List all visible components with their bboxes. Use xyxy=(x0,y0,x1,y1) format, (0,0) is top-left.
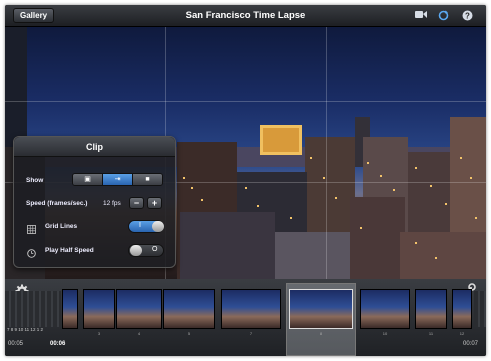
thumb-number: 12 xyxy=(459,331,465,336)
time-start: 00:05 xyxy=(8,341,24,347)
help-icon[interactable]: ? xyxy=(461,10,473,21)
toggle-knob xyxy=(130,245,142,256)
frame-numbers: 7 8 9 10 11 12 1 2 xyxy=(7,327,43,332)
svg-text:?: ? xyxy=(465,11,470,20)
clip-title: Clip xyxy=(14,137,175,157)
grid-lines-label: Grid Lines xyxy=(45,223,78,230)
thumb-number: 7 xyxy=(249,331,253,336)
play-half-speed-toggle[interactable]: O xyxy=(128,244,164,257)
speed-decrease-button[interactable]: − xyxy=(129,197,144,209)
thumb-number: 3 xyxy=(97,331,101,336)
speed-increase-button[interactable]: + xyxy=(147,197,162,209)
grid-lines-toggle[interactable]: I xyxy=(128,220,164,233)
timeline-filmstrip: 7 8 9 10 11 12 1 2 3 4 5 7 8 10 11 12 00… xyxy=(5,279,486,356)
video-camera-icon[interactable]: ■ xyxy=(133,174,162,185)
clip-range-icon[interactable]: ⇥ xyxy=(103,174,133,185)
time-end: 00:07 xyxy=(463,341,479,347)
frame-thumbnail[interactable]: 12 xyxy=(452,289,472,336)
toggle-knob xyxy=(152,221,164,232)
page-title: San Francisco Time Lapse xyxy=(185,10,306,21)
frame-thumbnail[interactable]: 4 xyxy=(116,289,162,336)
current-frame-thumbnail[interactable]: 8 xyxy=(289,289,353,336)
grid-line-horizontal xyxy=(5,101,486,102)
film-strip-icon[interactable]: ▣ xyxy=(73,174,103,185)
speed-label: Speed (frames/sec.) xyxy=(26,200,88,207)
top-toolbar: Gallery San Francisco Time Lapse ? xyxy=(5,5,486,27)
frame-thumbnail[interactable]: 3 xyxy=(83,289,115,336)
clock-icon xyxy=(27,245,36,258)
frame-thumbnail[interactable]: 5 xyxy=(163,289,215,336)
show-segmented-control[interactable]: ▣ ⇥ ■ xyxy=(72,173,163,186)
thumb-number: 4 xyxy=(137,331,141,336)
speed-value: 12 fps xyxy=(103,200,121,207)
refresh-icon[interactable] xyxy=(437,10,449,21)
later-frames-strip[interactable] xyxy=(474,291,486,327)
thumb-number: 8 xyxy=(319,331,323,336)
time-current: 00:06 xyxy=(50,341,66,347)
frame-thumbnail[interactable]: 7 xyxy=(221,289,281,336)
grid-line-vertical xyxy=(326,27,327,279)
frame-thumbnail[interactable]: 11 xyxy=(415,289,447,336)
frame-thumbnail[interactable]: 10 xyxy=(360,289,410,336)
play-half-speed-label: Play Half Speed xyxy=(45,247,94,254)
thumb-number: 11 xyxy=(428,331,434,336)
toggle-off-mark: O xyxy=(152,246,158,253)
thumb-number: 10 xyxy=(382,331,388,336)
frame-thumbnail[interactable] xyxy=(62,289,78,329)
show-label: Show xyxy=(26,177,44,184)
app-window: Gallery San Francisco Time Lapse ? Clip … xyxy=(5,5,486,356)
clip-popover: Clip Show ▣ ⇥ ■ Speed (frames/sec.) 12 f… xyxy=(13,136,176,268)
toggle-on-mark: I xyxy=(139,222,141,229)
thumb-number: 5 xyxy=(187,331,191,336)
earlier-frames-strip[interactable] xyxy=(5,291,61,327)
grid-icon xyxy=(27,221,36,234)
video-camera-icon[interactable] xyxy=(415,10,427,21)
